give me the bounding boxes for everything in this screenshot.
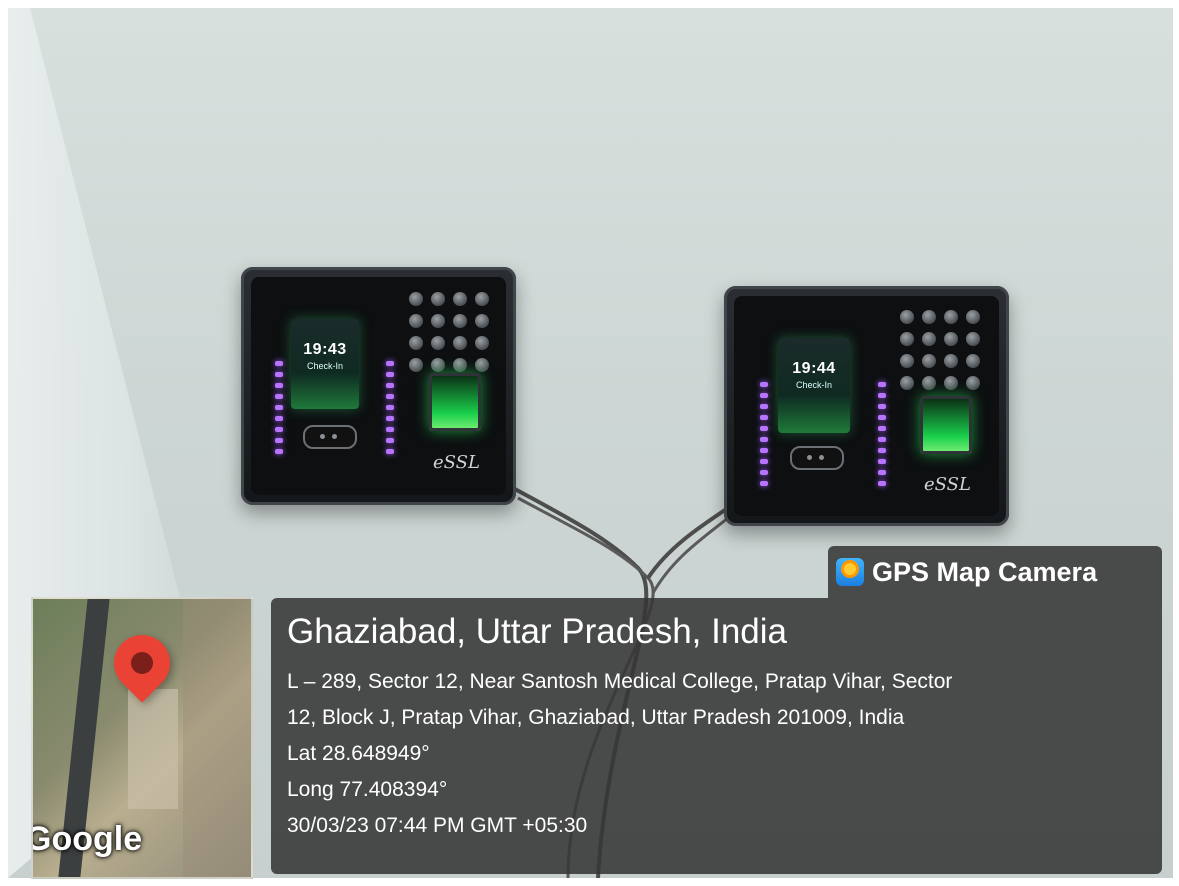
google-logo: Google [31, 820, 143, 858]
longitude: Long 77.408394° [287, 778, 448, 801]
keypad [409, 292, 489, 372]
map-pin-dot [131, 652, 153, 674]
attendance-device-right: 19:44 Check-In eSSL [724, 286, 1009, 526]
gps-app-name: GPS Map Camera [872, 556, 1098, 587]
map-area [128, 689, 178, 809]
fingerprint-scanner [920, 396, 972, 454]
fingerprint-scanner [429, 373, 481, 431]
sensor-window [303, 425, 357, 449]
gps-app-tag: GPS Map Camera [828, 546, 1162, 598]
device-brand: eSSL [433, 452, 480, 473]
keypad [900, 310, 980, 390]
address-line-1: L – 289, Sector 12, Near Santosh Medical… [287, 670, 953, 693]
device-brand: eSSL [924, 474, 971, 495]
screen-status: Check-In [306, 361, 343, 371]
led-strip-right [386, 361, 394, 454]
location-title: Ghaziabad, Uttar Pradesh, India [287, 612, 788, 651]
device-bezel: 19:44 Check-In eSSL [734, 296, 999, 516]
screen-status: Check-In [795, 380, 832, 390]
timestamp: 30/03/23 07:44 PM GMT +05:30 [287, 814, 588, 837]
location-info-box: Ghaziabad, Uttar Pradesh, India L – 289,… [271, 598, 1162, 874]
led-strip-left [760, 382, 768, 486]
device-screen: 19:44 Check-In [778, 338, 850, 433]
latitude: Lat 28.648949° [287, 742, 430, 765]
device-screen: 19:43 Check-In [291, 319, 359, 409]
attendance-device-left: 19:43 Check-In eSSL [241, 267, 516, 505]
map-area [183, 599, 251, 877]
map-thumbnail: Google [31, 597, 253, 879]
gps-map-camera-icon [836, 558, 864, 586]
device-bezel: 19:43 Check-In eSSL [251, 277, 506, 495]
sensor-window [790, 446, 844, 470]
led-strip-right [878, 382, 886, 486]
led-strip-left [275, 361, 283, 454]
address-line-2: 12, Block J, Pratap Vihar, Ghaziabad, Ut… [287, 706, 905, 729]
screen-time: 19:43 [303, 341, 347, 358]
screen-time: 19:44 [792, 360, 836, 377]
